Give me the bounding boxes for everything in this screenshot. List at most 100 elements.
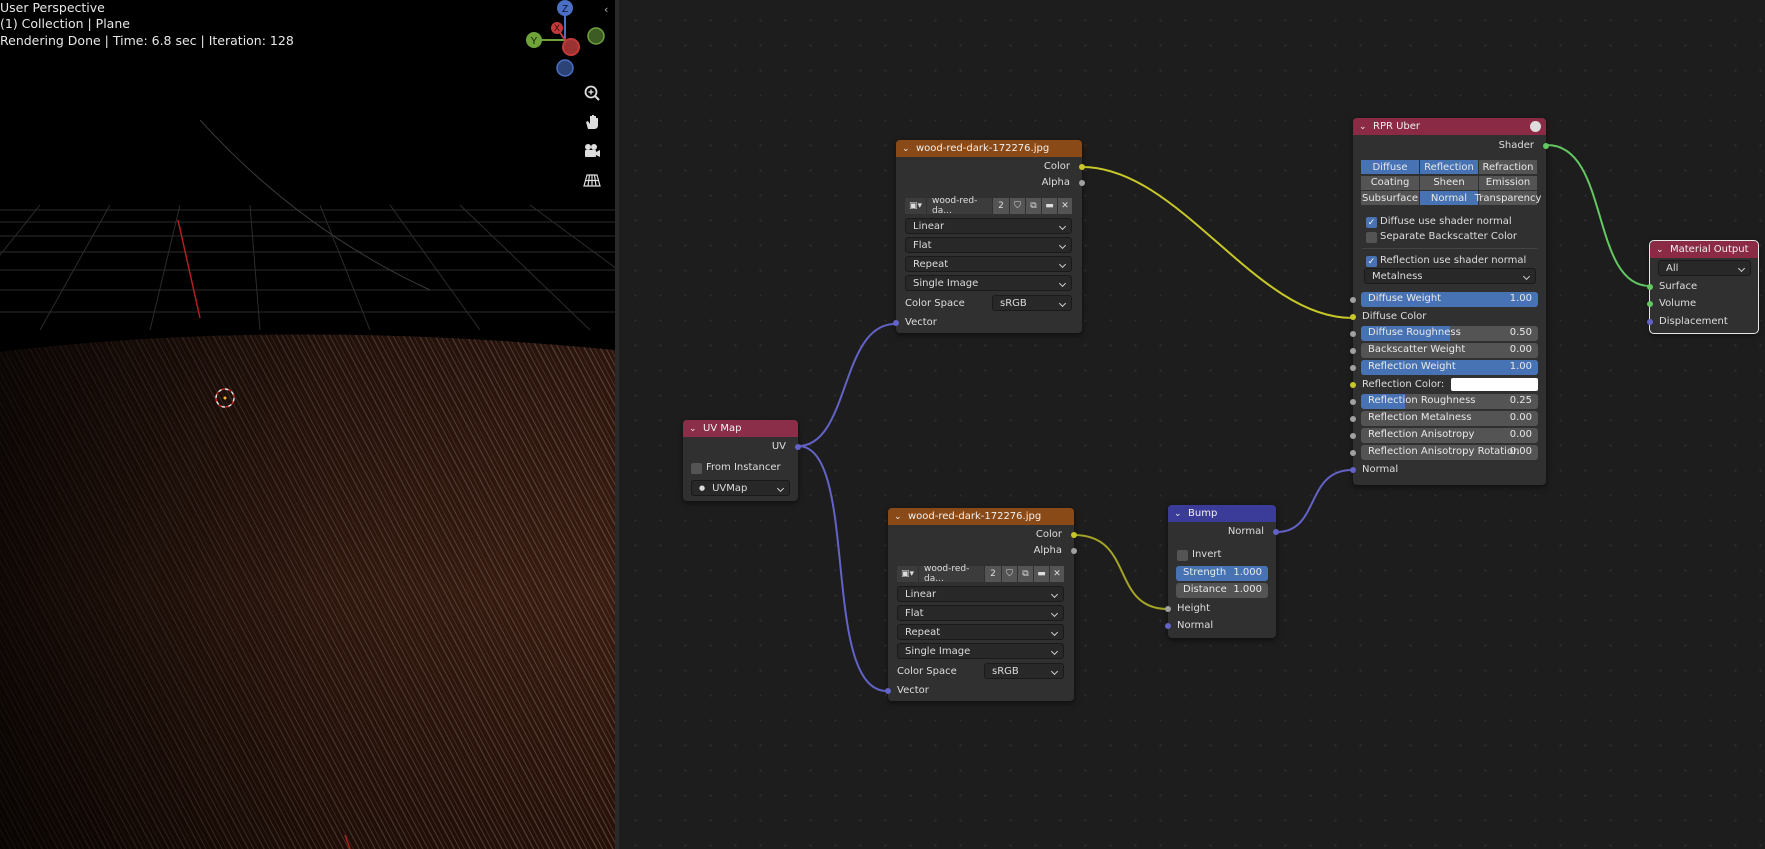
socket-input[interactable] bbox=[1350, 466, 1356, 473]
socket-input[interactable] bbox=[1350, 432, 1356, 439]
socket-surface[interactable] bbox=[1647, 283, 1653, 290]
tab-transparency[interactable]: Transparency bbox=[1475, 191, 1541, 206]
duplicate-icon[interactable]: ⧉ bbox=[1018, 566, 1034, 582]
uv-map-selector[interactable]: ● UVMap bbox=[691, 480, 790, 496]
socket-input[interactable] bbox=[1350, 347, 1356, 354]
source-dropdown[interactable]: Single Image bbox=[905, 275, 1072, 291]
collapse-chevron-icon[interactable]: ⌄ bbox=[689, 424, 699, 434]
socket-input[interactable] bbox=[1350, 364, 1356, 371]
output-target-dropdown[interactable]: All bbox=[1658, 260, 1751, 276]
image-selector[interactable]: ▣▾ wood-red-da... 2 ⛉ ⧉ ▬ ✕ bbox=[905, 196, 1072, 216]
diffuse-roughness-slider[interactable]: Diffuse Roughness 0.50 bbox=[1361, 326, 1538, 341]
socket-color[interactable] bbox=[1079, 163, 1085, 170]
tab-normal[interactable]: Normal bbox=[1420, 191, 1479, 206]
image-browse-icon[interactable]: ▣▾ bbox=[897, 566, 919, 582]
bump-node[interactable]: ⌄ Bump Normal Invert Strength 1.000 Dista… bbox=[1165, 505, 1279, 638]
tab-emission[interactable]: Emission bbox=[1479, 175, 1538, 191]
fake-user-icon[interactable]: ⛉ bbox=[1010, 198, 1026, 214]
reflection-anisotropy-rotation-slider[interactable]: Reflection Anisotropy Rotation 0.00 bbox=[1361, 445, 1538, 460]
distance-slider[interactable]: Distance 1.000 bbox=[1176, 583, 1268, 598]
interpolation-dropdown[interactable]: Linear bbox=[905, 218, 1072, 234]
socket-input[interactable] bbox=[1350, 415, 1356, 422]
socket-normal[interactable] bbox=[1165, 622, 1171, 629]
from-instancer-checkbox[interactable] bbox=[691, 463, 702, 474]
material-preview-icon[interactable] bbox=[1530, 121, 1541, 132]
reflection-roughness-slider[interactable]: Reflection Roughness 0.25 bbox=[1361, 394, 1538, 409]
extension-dropdown[interactable]: Repeat bbox=[897, 624, 1064, 640]
reflection-weight-slider[interactable]: Reflection Weight 1.00 bbox=[1361, 360, 1538, 375]
3d-viewport[interactable]: User Perspective (1) Collection | Plane … bbox=[0, 0, 615, 849]
image-texture-node-1[interactable]: ⌄ wood-red-dark-172276.jpg Color Alpha ▣▾… bbox=[893, 140, 1085, 333]
node-header[interactable]: ⌄ UV Map bbox=[683, 420, 798, 437]
socket-uv[interactable] bbox=[795, 443, 801, 450]
color-space-dropdown[interactable]: sRGB bbox=[984, 663, 1064, 679]
socket-input[interactable] bbox=[1350, 313, 1356, 320]
socket-height[interactable] bbox=[1165, 605, 1171, 612]
invert-checkbox[interactable] bbox=[1177, 550, 1188, 561]
grid-icon[interactable] bbox=[578, 166, 606, 194]
socket-input[interactable] bbox=[1350, 449, 1356, 456]
socket-volume[interactable] bbox=[1647, 300, 1653, 307]
collapse-chevron-icon[interactable]: ⌄ bbox=[894, 512, 904, 522]
collapse-sidebar-icon[interactable]: ‹ bbox=[604, 3, 608, 16]
backscatter-weight-slider[interactable]: Backscatter Weight 0.00 bbox=[1361, 343, 1538, 358]
separate-backscatter-checkbox[interactable] bbox=[1366, 232, 1377, 243]
zoom-icon[interactable] bbox=[578, 79, 606, 107]
collapse-chevron-icon[interactable]: ⌄ bbox=[1656, 245, 1666, 255]
unlink-icon[interactable]: ✕ bbox=[1058, 198, 1072, 214]
camera-icon[interactable] bbox=[578, 137, 606, 165]
open-folder-icon[interactable]: ▬ bbox=[1042, 198, 1058, 214]
projection-dropdown[interactable]: Flat bbox=[905, 237, 1072, 253]
socket-input[interactable] bbox=[1350, 296, 1356, 303]
tab-coating[interactable]: Coating bbox=[1361, 175, 1420, 191]
socket-color[interactable] bbox=[1071, 531, 1077, 538]
strength-slider[interactable]: Strength 1.000 bbox=[1176, 566, 1268, 581]
reflection-anisotropy-slider[interactable]: Reflection Anisotropy 0.00 bbox=[1361, 428, 1538, 443]
node-header[interactable]: ⌄ Bump bbox=[1168, 505, 1276, 522]
socket-shader[interactable] bbox=[1543, 142, 1549, 149]
navigation-gizmo[interactable]: Z Y X bbox=[525, 0, 615, 82]
image-name[interactable]: wood-red-da... bbox=[927, 196, 993, 216]
reflection-color-swatch[interactable] bbox=[1451, 378, 1538, 391]
reflection-metalness-slider[interactable]: Reflection Metalness 0.00 bbox=[1361, 411, 1538, 426]
socket-vector[interactable] bbox=[885, 687, 891, 694]
uv-map-node[interactable]: ⌄ UV Map UV From Instancer ● UVMap bbox=[683, 420, 801, 501]
duplicate-icon[interactable]: ⧉ bbox=[1026, 198, 1042, 214]
socket-input[interactable] bbox=[1350, 330, 1356, 337]
tab-reflection[interactable]: Reflection bbox=[1420, 160, 1479, 175]
collapse-chevron-icon[interactable]: ⌄ bbox=[902, 144, 912, 154]
diffuse-weight-slider[interactable]: Diffuse Weight 1.00 bbox=[1361, 292, 1538, 307]
tab-diffuse[interactable]: Diffuse bbox=[1361, 160, 1420, 175]
collapse-chevron-icon[interactable]: ⌄ bbox=[1359, 122, 1369, 132]
projection-dropdown[interactable]: Flat bbox=[897, 605, 1064, 621]
socket-displacement[interactable] bbox=[1647, 318, 1653, 325]
extension-dropdown[interactable]: Repeat bbox=[905, 256, 1072, 272]
node-header[interactable]: ⌄ RPR Uber bbox=[1353, 118, 1546, 135]
hand-icon[interactable] bbox=[578, 108, 606, 136]
image-selector[interactable]: ▣▾ wood-red-da... 2 ⛉ ⧉ ▬ ✕ bbox=[897, 564, 1064, 584]
material-output-node[interactable]: ⌄ Material Output All Surface Volume Disp… bbox=[1647, 240, 1759, 334]
diffuse-use-normal-checkbox[interactable]: ✓ bbox=[1366, 217, 1377, 228]
source-dropdown[interactable]: Single Image bbox=[897, 643, 1064, 659]
tab-refraction[interactable]: Refraction bbox=[1479, 160, 1538, 175]
tab-sheen[interactable]: Sheen bbox=[1420, 175, 1479, 191]
image-texture-node-2[interactable]: ⌄ wood-red-dark-172276.jpg Color Alpha ▣▾… bbox=[885, 508, 1077, 701]
socket-normal[interactable] bbox=[1273, 528, 1279, 535]
socket-input[interactable] bbox=[1350, 381, 1356, 388]
node-header[interactable]: ⌄ Material Output bbox=[1650, 241, 1758, 258]
interpolation-dropdown[interactable]: Linear bbox=[897, 586, 1064, 602]
socket-vector[interactable] bbox=[893, 319, 899, 326]
color-space-dropdown[interactable]: sRGB bbox=[992, 295, 1072, 311]
tab-subsurface[interactable]: Subsurface bbox=[1361, 191, 1420, 206]
node-header[interactable]: ⌄ wood-red-dark-172276.jpg bbox=[888, 508, 1074, 525]
socket-input[interactable] bbox=[1350, 398, 1356, 405]
socket-alpha[interactable] bbox=[1079, 179, 1085, 186]
rpr-uber-node[interactable]: ⌄ RPR Uber Shader Diffuse Reflection Refrac… bbox=[1350, 118, 1549, 485]
image-browse-icon[interactable]: ▣▾ bbox=[905, 198, 927, 214]
node-header[interactable]: ⌄ wood-red-dark-172276.jpg bbox=[896, 140, 1082, 157]
reflection-use-normal-checkbox[interactable]: ✓ bbox=[1366, 256, 1377, 267]
socket-alpha[interactable] bbox=[1071, 547, 1077, 554]
fake-user-icon[interactable]: ⛉ bbox=[1002, 566, 1018, 582]
unlink-icon[interactable]: ✕ bbox=[1050, 566, 1064, 582]
reflection-mode-dropdown[interactable]: Metalness bbox=[1364, 268, 1536, 284]
